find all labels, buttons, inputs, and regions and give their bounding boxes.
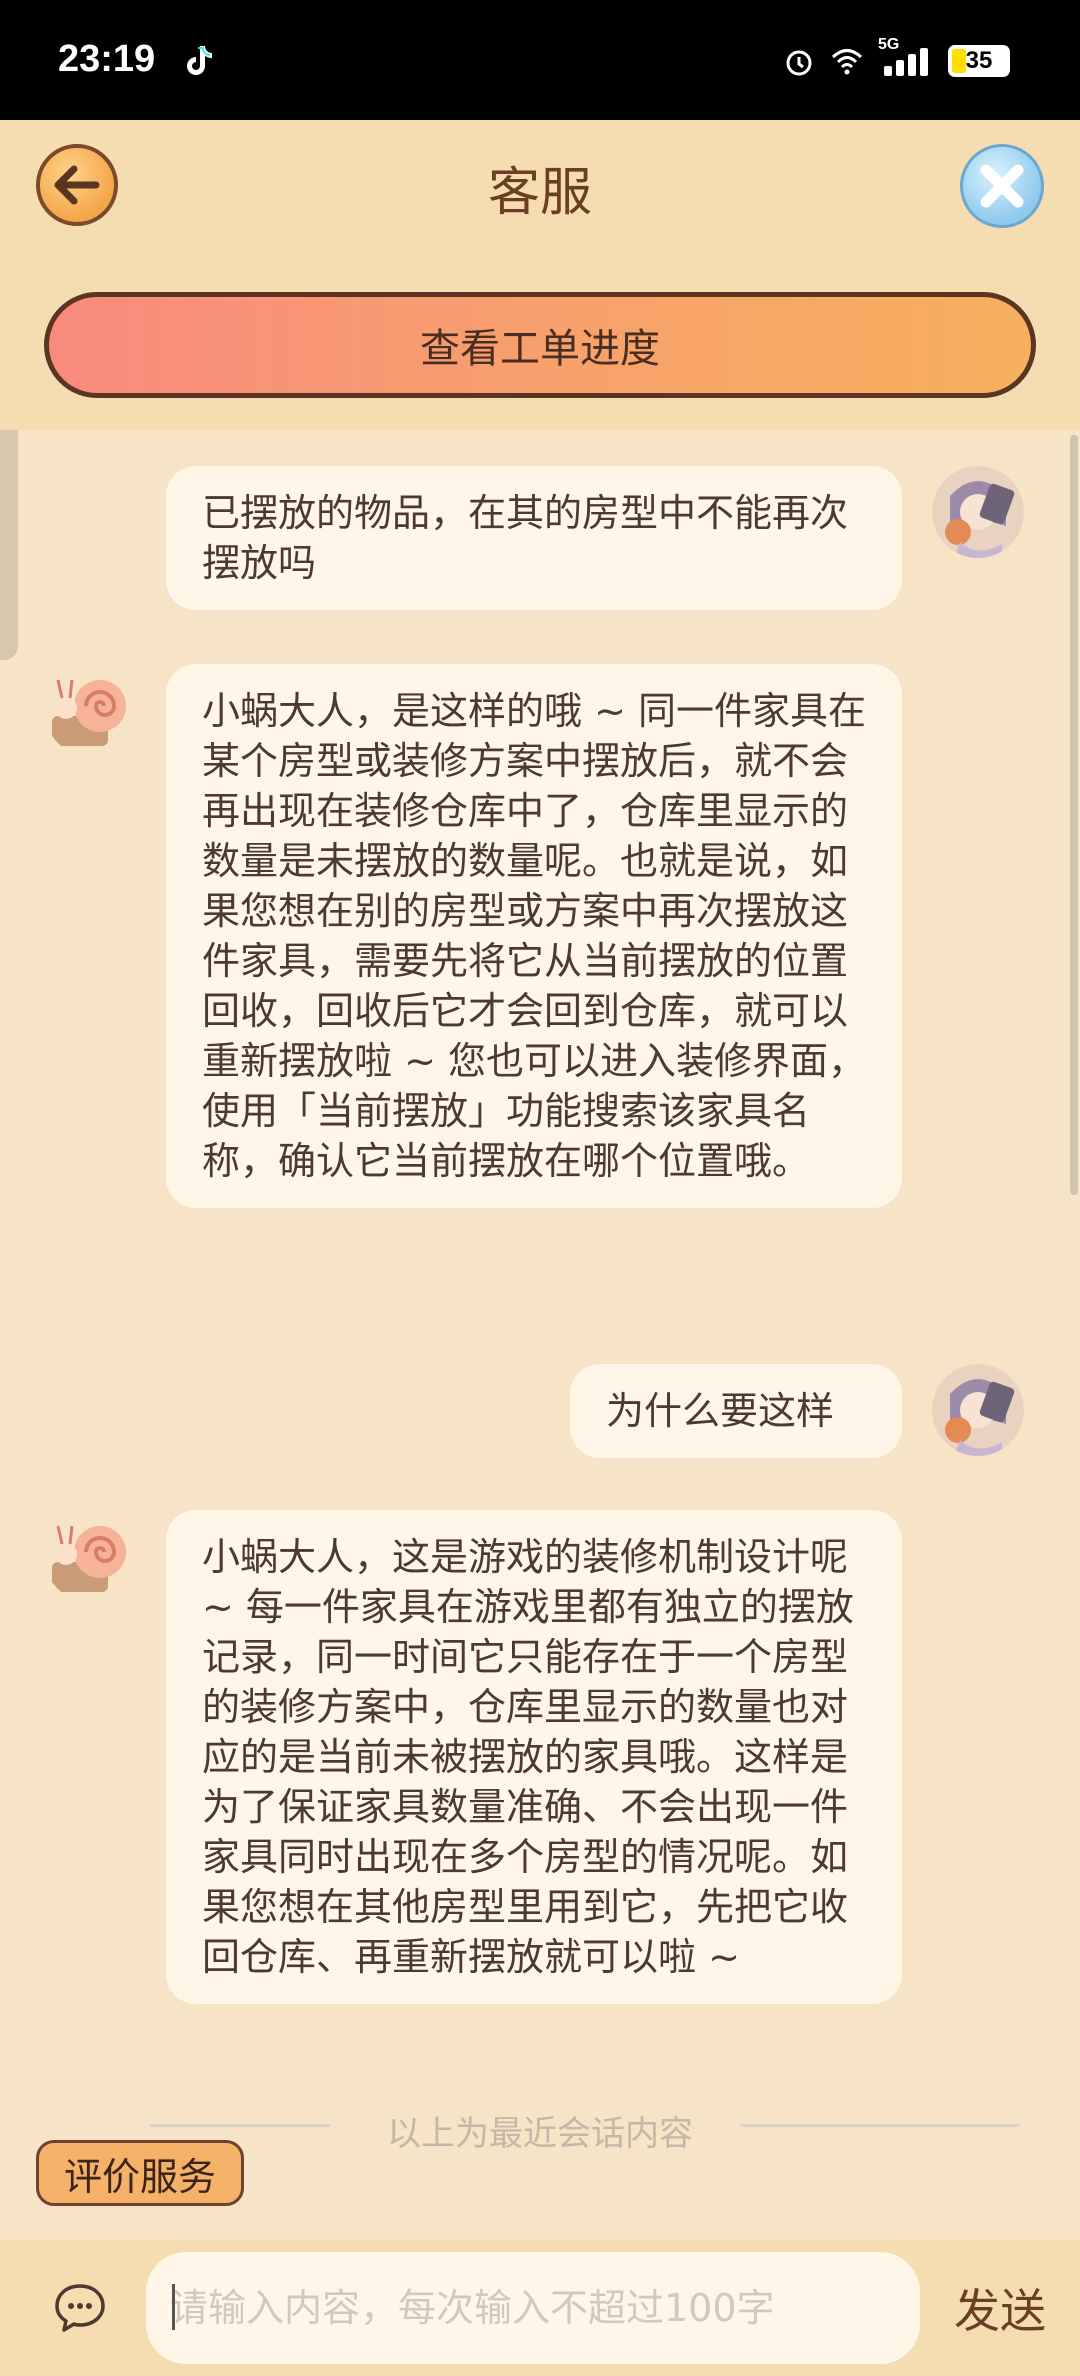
view-ticket-progress-button[interactable]: 查看工单进度: [44, 292, 1036, 398]
snail-avatar-icon: [44, 1510, 136, 1602]
close-icon: [980, 164, 1024, 208]
chat-bubble-icon[interactable]: [52, 2280, 108, 2336]
message-text: 为什么要这样: [606, 1389, 835, 1433]
tiktok-icon: [187, 46, 212, 75]
agent-avatar: [44, 664, 136, 756]
user-message-bubble: 已摆放的物品，在其的房型中不能再次摆放吗: [166, 466, 902, 610]
user-avatar-icon: [932, 466, 1024, 558]
message-text: 小蜗大人，是这样的哦 ~ 同一件家具在某个房型或装修方案中摆放后，就不会再出现在…: [202, 689, 866, 1183]
snail-avatar-icon: [44, 664, 136, 756]
agent-avatar: [44, 1510, 136, 1602]
user-avatar-icon: [932, 1364, 1024, 1456]
battery-icon: 35: [948, 45, 1010, 77]
agent-message-bubble: 小蜗大人，是这样的哦 ~ 同一件家具在某个房型或装修方案中摆放后，就不会再出现在…: [166, 664, 902, 1208]
rate-service-button[interactable]: 评价服务: [36, 2140, 244, 2206]
status-time: 23:19: [58, 38, 156, 80]
send-button[interactable]: 发送: [940, 2270, 1060, 2346]
wifi-icon: [831, 49, 863, 75]
close-button[interactable]: [960, 144, 1044, 228]
scrollbar[interactable]: [1070, 435, 1078, 1195]
alarm-icon: [786, 50, 812, 76]
message-text: 小蜗大人，这是游戏的装修机制设计呢 ~ 每一件家具在游戏里都有独立的摆放记录，同…: [202, 1535, 854, 1979]
header: 客服 查看工单进度: [0, 120, 1080, 430]
network-label: 5G: [878, 36, 900, 53]
status-bar: 23:19 5G 35: [0, 0, 1080, 120]
user-message-bubble: 为什么要这样: [570, 1364, 902, 1458]
text-cursor: [172, 2284, 175, 2330]
user-avatar: [932, 466, 1024, 558]
message-text: 已摆放的物品，在其的房型中不能再次摆放吗: [202, 491, 849, 585]
input-bar: 发送: [0, 2240, 1080, 2376]
chat-area[interactable]: 已摆放的物品，在其的房型中不能再次摆放吗 小蜗大人，是这样的哦 ~ 同一件家具在…: [0, 430, 1080, 2240]
signal-icon: 5G: [878, 36, 934, 78]
side-drawer-handle[interactable]: [0, 430, 18, 660]
agent-message-bubble: 小蜗大人，这是游戏的装修机制设计呢 ~ 每一件家具在游戏里都有独立的摆放记录，同…: [166, 1510, 902, 2004]
battery-level: 35: [965, 47, 993, 74]
user-avatar: [932, 1364, 1024, 1456]
status-icons: 5G 35: [782, 36, 1010, 78]
message-input[interactable]: [146, 2252, 920, 2364]
page-title: 客服: [487, 163, 592, 223]
